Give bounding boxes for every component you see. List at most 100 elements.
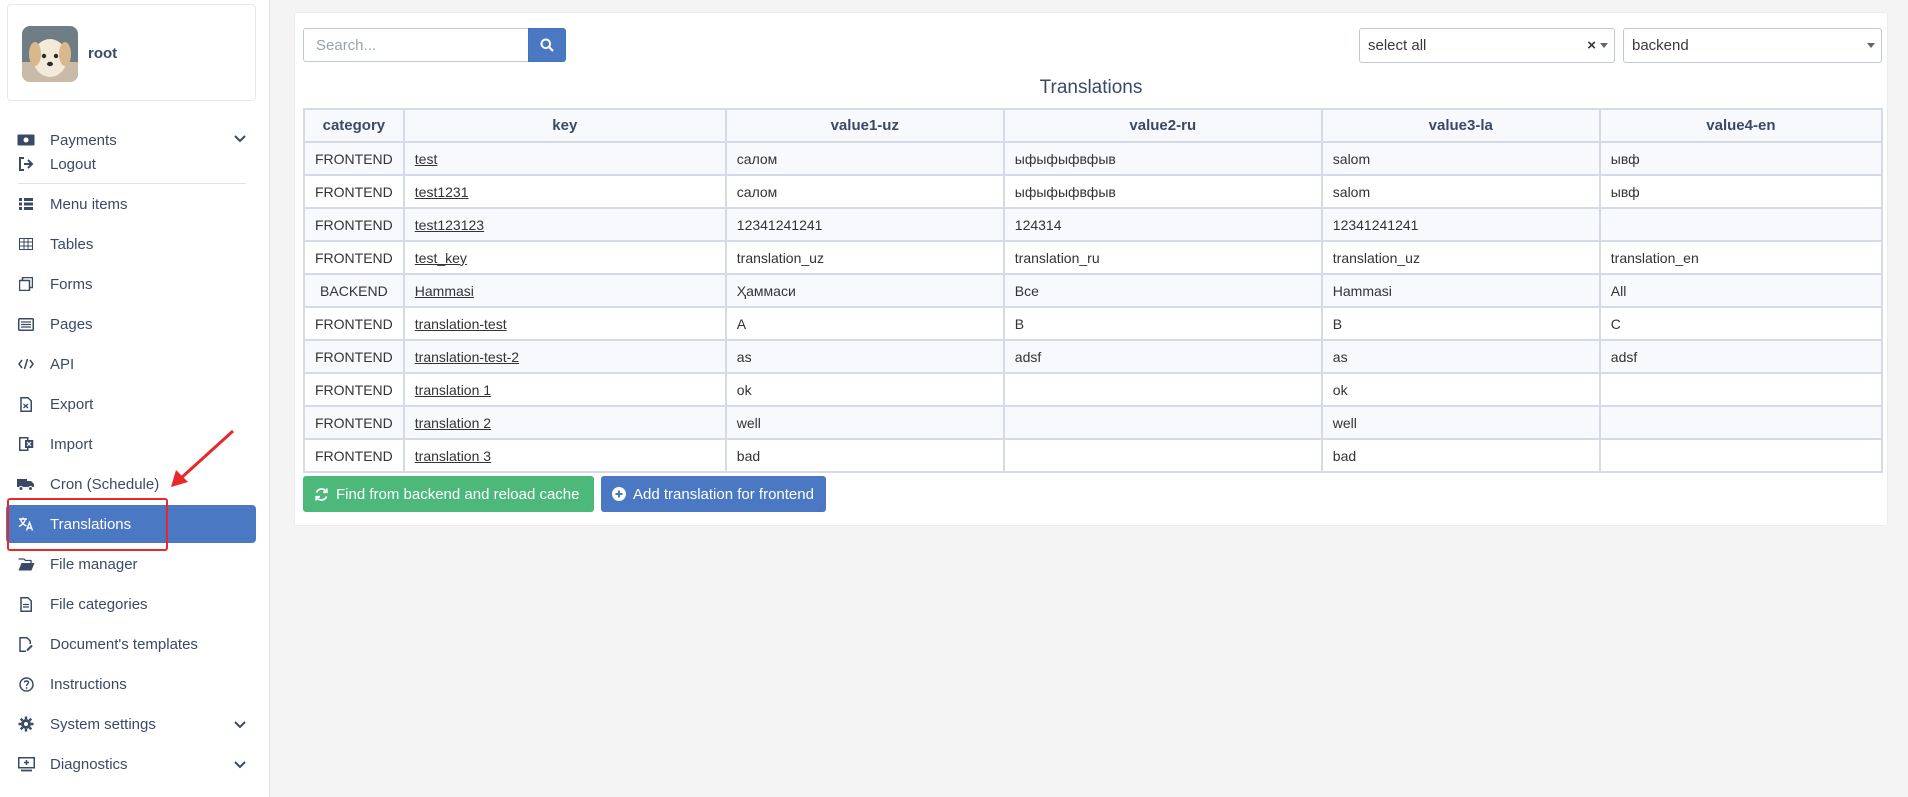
key-cell: test_key xyxy=(402,240,727,275)
value-cell: 12341241241 xyxy=(1320,207,1601,242)
sidebar-item-tables[interactable]: Tables xyxy=(6,225,256,263)
category-cell: FRONTEND xyxy=(303,405,405,440)
divider xyxy=(18,183,246,184)
sidebar-item-label: Forms xyxy=(50,275,93,293)
clear-icon[interactable]: × xyxy=(1587,37,1596,54)
user-profile-card: root xyxy=(7,4,256,101)
value-cell: C xyxy=(1598,306,1884,341)
table-row: FRONTEND test123123 12341241241 124314 12341… xyxy=(303,207,1884,242)
value-cell: ывф xyxy=(1598,141,1884,176)
sidebar-item-menu-items[interactable]: Menu items xyxy=(6,185,256,223)
value-cell: B xyxy=(1320,306,1601,341)
folder-open-icon xyxy=(16,555,36,573)
value-cell: Ҳаммаси xyxy=(724,273,1005,308)
key-cell: Hammasi xyxy=(402,273,727,308)
avatar[interactable] xyxy=(22,26,78,82)
search-input[interactable] xyxy=(303,28,528,62)
category-cell: FRONTEND xyxy=(303,438,405,473)
value-cell: well xyxy=(1320,405,1601,440)
user-name: root xyxy=(88,45,118,62)
sidebar-item-label: File manager xyxy=(50,555,138,573)
key-link[interactable]: translation 2 xyxy=(415,415,491,431)
value-cell: 124314 xyxy=(1002,207,1323,242)
column-header-category: category xyxy=(303,108,405,143)
sidebar-item-file-manager[interactable]: File manager xyxy=(6,545,256,583)
sidebar-item-system-settings[interactable]: System settings xyxy=(6,705,256,743)
value-cell xyxy=(1598,438,1884,473)
sidebar-item-label: File categories xyxy=(50,595,148,613)
sidebar-item-logout[interactable]: Logout xyxy=(6,145,256,183)
key-link[interactable]: test_key xyxy=(415,250,467,266)
table-row: BACKEND Hammasi Ҳаммаси Все Hammasi All xyxy=(303,273,1884,308)
value-cell: translation_ru xyxy=(1002,240,1323,275)
question-circle-icon xyxy=(16,675,36,693)
sidebar-item-label: Logout xyxy=(50,155,96,173)
sidebar-item-forms[interactable]: Forms xyxy=(6,265,256,303)
reload-cache-button[interactable]: Find from backend and reload cache xyxy=(303,476,594,512)
table-row: FRONTEND translation-test-2 as adsf as adsf xyxy=(303,339,1884,374)
sidebar-item-api[interactable]: API xyxy=(6,345,256,383)
sidebar-item-instructions[interactable]: Instructions xyxy=(6,665,256,703)
key-cell: test xyxy=(402,141,727,176)
language-icon xyxy=(16,515,36,533)
category-cell: BACKEND xyxy=(303,273,405,308)
sidebar-item-translations[interactable]: Translations xyxy=(6,505,256,543)
sidebar-item-label: Instructions xyxy=(50,675,127,693)
sidebar-item-file-categories[interactable]: File categories xyxy=(6,585,256,623)
value-cell: Все xyxy=(1002,273,1323,308)
table-row: FRONTEND translation 2 well well xyxy=(303,405,1884,440)
sidebar-item-label: System settings xyxy=(50,715,156,733)
key-link[interactable]: test1231 xyxy=(415,184,469,200)
value-cell: bad xyxy=(724,438,1005,473)
value-cell xyxy=(1002,438,1323,473)
sidebar-item-document-templates[interactable]: Document's templates xyxy=(6,625,256,663)
page-title: Translations xyxy=(1039,77,1143,98)
category-select-value: backend xyxy=(1632,37,1689,54)
sidebar-item-label: Pages xyxy=(50,315,93,333)
translations-panel: select all × backend Translations catego… xyxy=(294,12,1888,526)
key-cell: translation-test-2 xyxy=(402,339,727,374)
caret-down-icon xyxy=(1600,43,1608,48)
category-cell: FRONTEND xyxy=(303,141,405,176)
value-cell: салом xyxy=(724,141,1005,176)
key-cell: translation 3 xyxy=(402,438,727,473)
add-translation-button[interactable]: Add translation for frontend xyxy=(601,476,826,512)
value-cell: 12341241241 xyxy=(724,207,1005,242)
key-link[interactable]: translation-test-2 xyxy=(415,349,519,365)
value-cell: bad xyxy=(1320,438,1601,473)
sidebar-item-diagnostics[interactable]: Diagnostics xyxy=(6,745,256,783)
key-cell: translation 1 xyxy=(402,372,727,407)
sidebar-item-export[interactable]: Export xyxy=(6,385,256,423)
key-link[interactable]: translation 1 xyxy=(415,382,491,398)
column-header-value1-uz: value1-uz xyxy=(724,108,1005,143)
plus-circle-icon xyxy=(612,487,626,501)
key-link[interactable]: Hammasi xyxy=(415,283,474,299)
truck-clock-icon xyxy=(16,475,36,493)
forms-icon xyxy=(16,275,36,293)
value-cell: All xyxy=(1598,273,1884,308)
value-cell xyxy=(1002,405,1323,440)
value-cell: as xyxy=(724,339,1005,374)
sidebar-item-pages[interactable]: Pages xyxy=(6,305,256,343)
chevron-down-icon xyxy=(234,716,246,733)
key-link[interactable]: test123123 xyxy=(415,217,484,233)
search-bar xyxy=(303,28,566,62)
category-select[interactable]: backend xyxy=(1623,28,1882,63)
value-cell: ыфыфыфвфыв xyxy=(1002,174,1323,209)
code-icon xyxy=(16,355,36,373)
table-header-row: category key value1-uz value2-ru value3-la va… xyxy=(303,108,1884,143)
pages-icon xyxy=(16,315,36,333)
value-cell: ok xyxy=(724,372,1005,407)
key-link[interactable]: translation 3 xyxy=(415,448,491,464)
table-row: FRONTEND test1231 салом ыфыфыфвфыв salom ывф xyxy=(303,174,1884,209)
category-cell: FRONTEND xyxy=(303,240,405,275)
table-row: FRONTEND test_key translation_uz translatio… xyxy=(303,240,1884,275)
key-link[interactable]: translation-test xyxy=(415,316,507,332)
sidebar: root Payments Logout Menu items Tables F… xyxy=(0,0,270,797)
value-cell: Hammasi xyxy=(1320,273,1601,308)
column-header-value2-ru: value2-ru xyxy=(1002,108,1323,143)
select-all-dropdown[interactable]: select all × xyxy=(1359,28,1615,63)
key-link[interactable]: test xyxy=(415,151,438,167)
value-cell: adsf xyxy=(1598,339,1884,374)
search-button[interactable] xyxy=(528,28,566,62)
